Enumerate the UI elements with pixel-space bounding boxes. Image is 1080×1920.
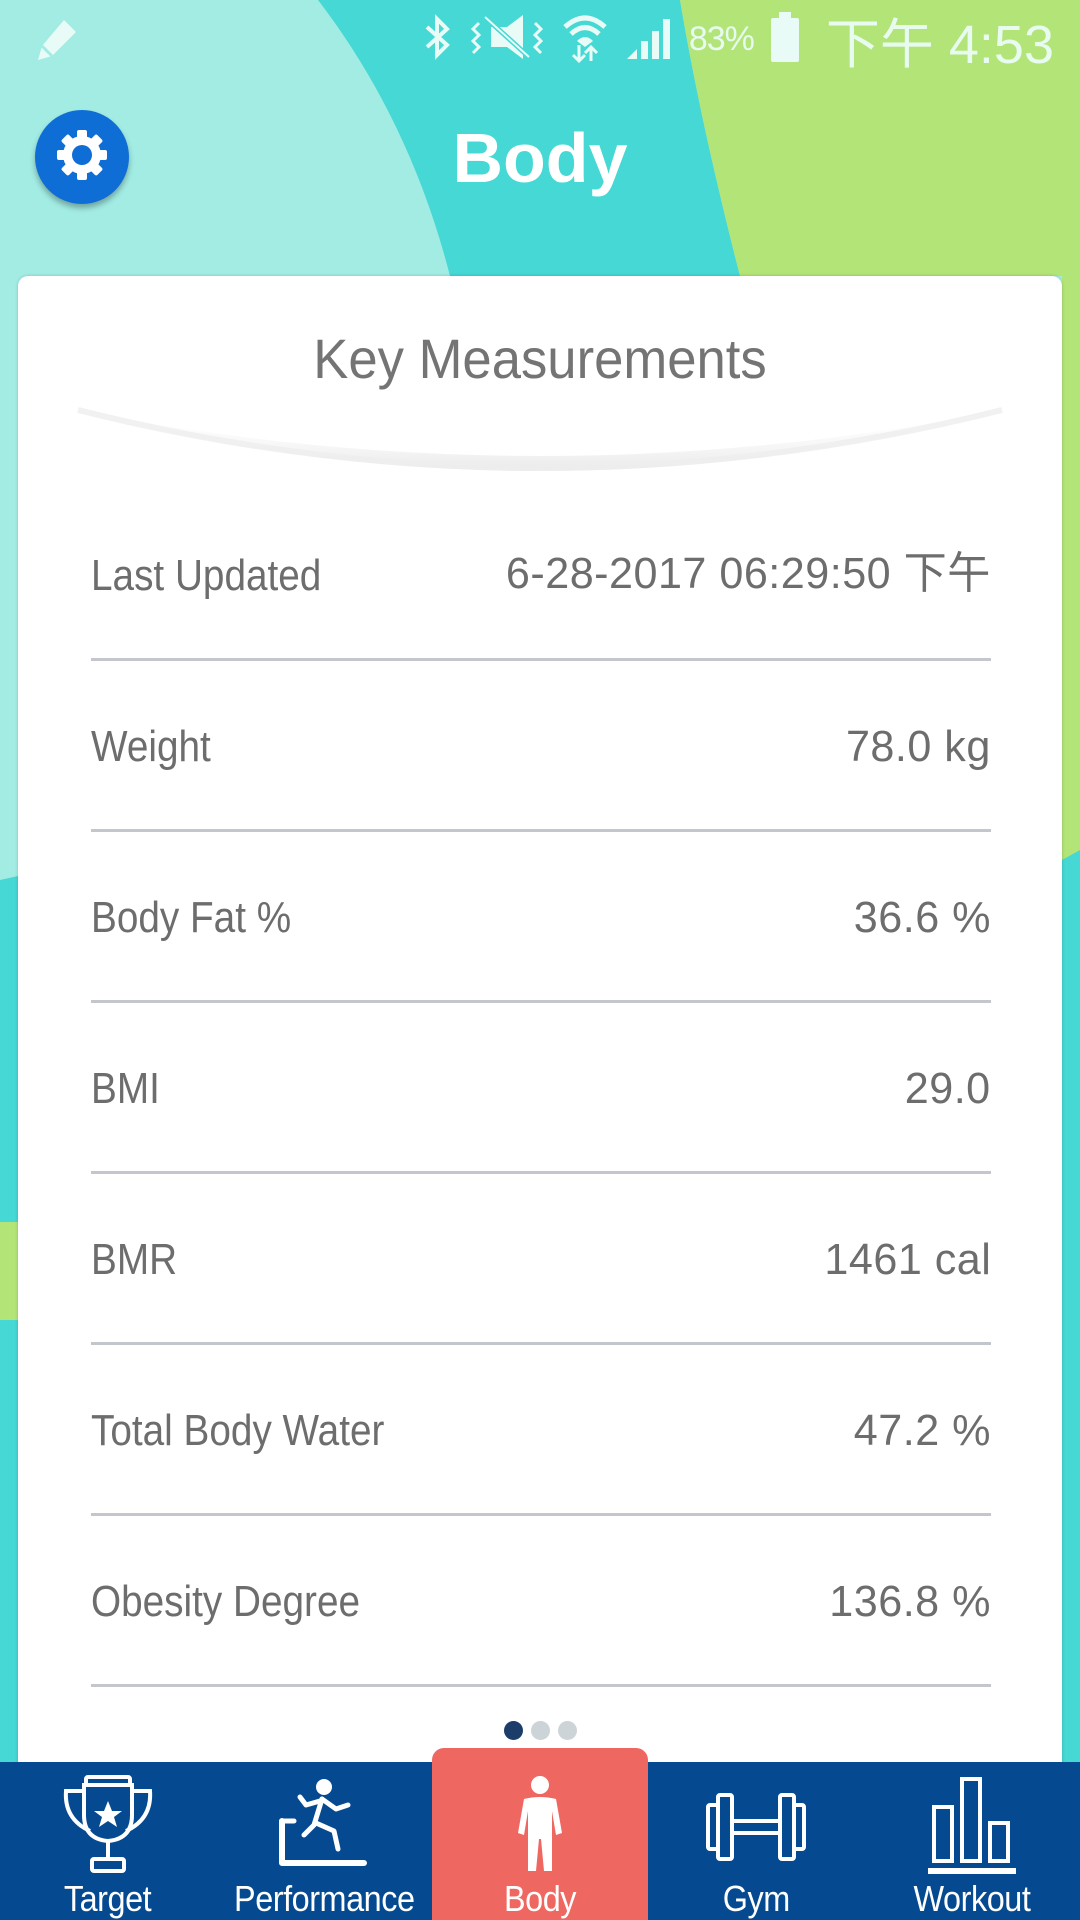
wifi-icon (561, 11, 609, 68)
row-value: 47.2 % (853, 1406, 991, 1455)
status-bar: 83% 下午 4:53 (0, 0, 1080, 78)
page-dot-1[interactable] (503, 1721, 523, 1740)
measurement-row-body-fat: Body Fat % 36.6 % (91, 832, 991, 1003)
bar-chart-icon (924, 1772, 1020, 1878)
bottom-tab-bar: Target Performance Body Gym Workout (0, 1748, 1080, 1920)
clock: 下午 4:53 (825, 14, 1054, 75)
row-label: Weight (91, 722, 211, 771)
tab-label: Gym (722, 1878, 790, 1919)
row-value: 6-28-2017 06:29:50 下午 (506, 549, 991, 598)
row-label: Body Fat % (91, 893, 292, 942)
tab-label: Performance (233, 1878, 415, 1919)
measurement-row-bmi: BMI 29.0 (91, 1003, 991, 1174)
measurement-row-total-body-water: Total Body Water 47.2 % (91, 1345, 991, 1516)
battery-icon (770, 11, 800, 67)
status-icons: 83% 下午 4:53 (421, 8, 1054, 75)
dumbbell-icon (704, 1772, 808, 1878)
page-indicator (18, 1721, 1062, 1740)
trophy-icon (60, 1772, 156, 1878)
tab-workout[interactable]: Workout (864, 1762, 1080, 1920)
page-dot-3[interactable] (557, 1721, 577, 1740)
measurement-row-weight: Weight 78.0 kg (91, 661, 991, 832)
battery-percent: 83% (688, 19, 755, 58)
row-value: 29.0 (905, 1064, 991, 1113)
tab-performance[interactable]: Performance (216, 1762, 432, 1920)
signal-icon (625, 13, 673, 66)
measurement-row-bmr: BMR 1461 cal (91, 1174, 991, 1345)
tab-label: Workout (913, 1878, 1031, 1919)
row-value: 1461 cal (824, 1235, 991, 1284)
row-label: BMR (91, 1235, 178, 1284)
bluetooth-icon (421, 13, 455, 66)
row-value: 78.0 kg (846, 722, 991, 771)
treadmill-runner-icon (276, 1772, 372, 1878)
vibrate-mute-icon (470, 13, 545, 66)
row-value: 136.8 % (829, 1577, 991, 1626)
person-icon (510, 1772, 570, 1878)
page-dot-2[interactable] (530, 1721, 550, 1740)
pencil-icon (34, 16, 80, 67)
tab-label: Target (64, 1878, 152, 1919)
page-title: Body (452, 119, 628, 197)
row-label: BMI (91, 1064, 160, 1113)
key-measurements-card: Key Measurements Last Updated 6-28-2017 … (18, 276, 1062, 1776)
row-value: 36.6 % (853, 893, 991, 942)
card-title: Key Measurements (313, 327, 767, 390)
tab-label: Body (503, 1878, 577, 1919)
measurement-row-last-updated: Last Updated 6-28-2017 06:29:50 下午 (91, 436, 991, 661)
row-label: Obesity Degree (91, 1577, 361, 1626)
measurement-row-obesity-degree: Obesity Degree 136.8 % (91, 1516, 991, 1687)
tab-gym[interactable]: Gym (648, 1762, 864, 1920)
tab-target[interactable]: Target (0, 1762, 216, 1920)
row-label: Total Body Water (91, 1406, 385, 1455)
row-label: Last Updated (91, 551, 322, 600)
measurements-list: Last Updated 6-28-2017 06:29:50 下午 Weigh… (91, 436, 991, 1687)
tab-body[interactable]: Body (432, 1748, 648, 1920)
